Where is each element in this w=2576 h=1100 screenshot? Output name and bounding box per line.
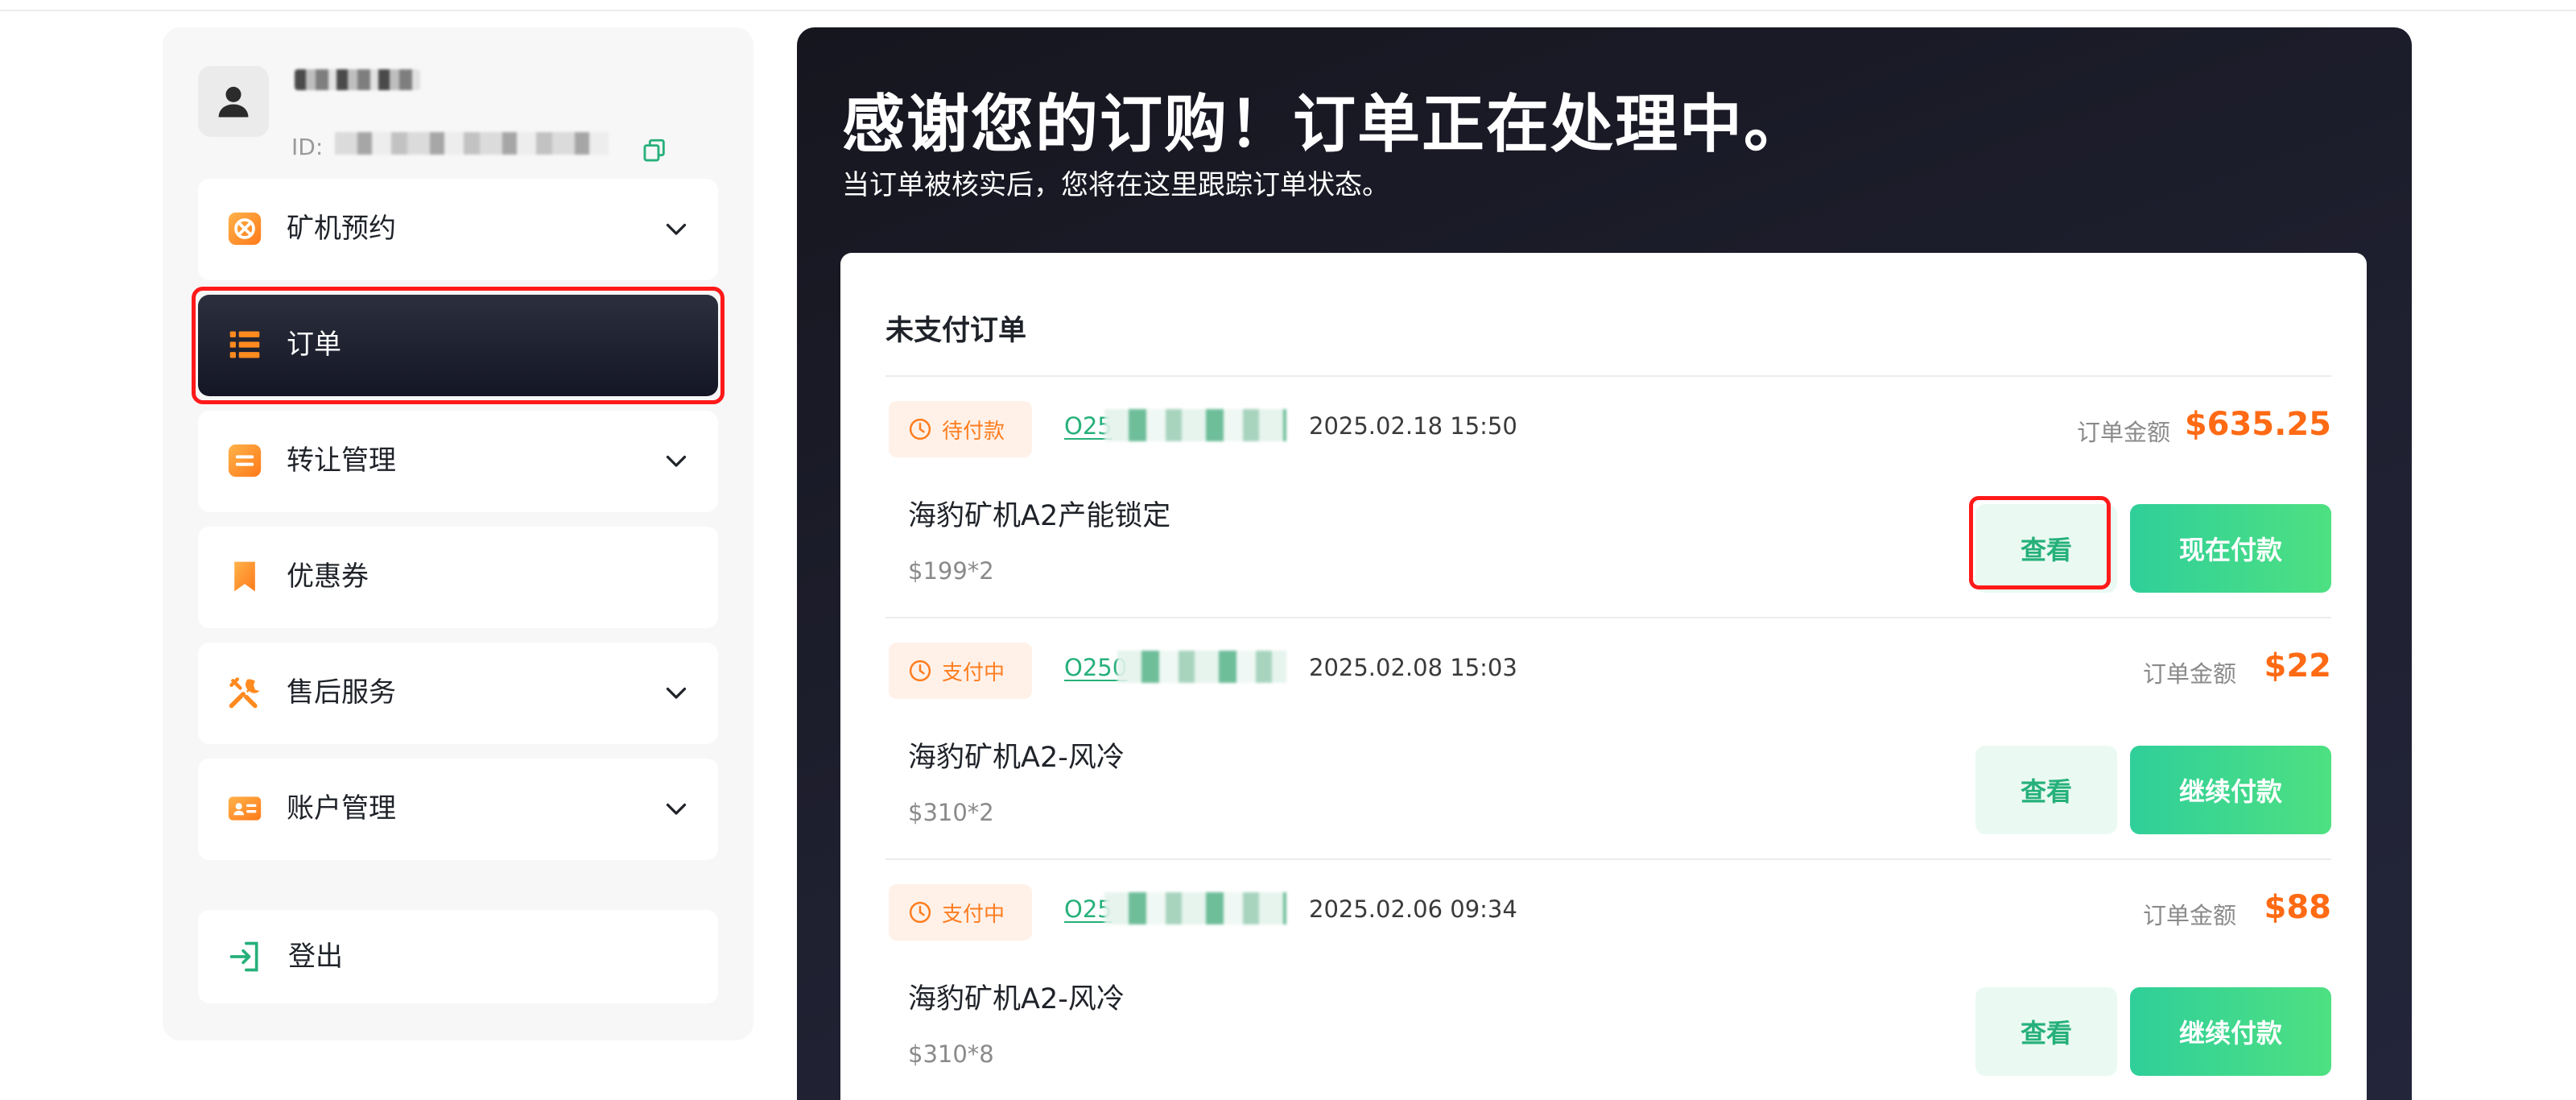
- order-id-redacted: [1117, 651, 1286, 683]
- logout-button[interactable]: 登出: [198, 910, 718, 1003]
- page-title: 感谢您的订购！订单正在处理中。: [842, 89, 1809, 161]
- bookmark-icon: [227, 559, 262, 594]
- product-price: $310*2: [908, 799, 994, 826]
- status-badge: 支付中: [889, 643, 1032, 699]
- order-row: 待付款 O25 2025.02.18 15:50 订单金额 $635.25 海豹…: [886, 377, 2331, 617]
- status-badge: 待付款: [889, 401, 1032, 457]
- unpaid-orders-card: 未支付订单 待付款 O25 2025.02.18 15:50 订单金额 $635…: [840, 253, 2367, 1100]
- continue-payment-button[interactable]: 继续付款: [2130, 987, 2331, 1076]
- sidebar-item-account-management[interactable]: 账户管理: [198, 759, 718, 860]
- logout-icon: [227, 939, 262, 974]
- chevron-down-icon: [666, 803, 687, 815]
- clock-icon: [909, 901, 931, 924]
- order-row: 支付中 O25 2025.02.06 09:34 订单金额 $88 海豹矿机A2…: [886, 860, 2331, 1100]
- user-info: ID:: [198, 66, 713, 171]
- view-button[interactable]: 查看: [1975, 987, 2117, 1076]
- sidebar-item-coupons[interactable]: 优惠券: [198, 527, 718, 628]
- sidebar-item-label: 矿机预约: [287, 213, 396, 245]
- product-price: $310*8: [908, 1040, 994, 1068]
- section-title: 未支付订单: [886, 315, 1027, 347]
- order-amount: $635.25: [2184, 406, 2331, 443]
- order-date: 2025.02.06 09:34: [1309, 895, 1517, 923]
- logout-label: 登出: [288, 941, 343, 973]
- view-button[interactable]: 查看: [1975, 746, 2117, 834]
- view-highlight-annotation: [1969, 496, 2111, 589]
- amount-label: 订单金额: [2143, 660, 2237, 688]
- username-redacted: [295, 69, 420, 90]
- order-row: 支付中 O250 2025.02.08 15:03 订单金额 $22 海豹矿机A…: [886, 618, 2331, 858]
- status-text: 支付中: [942, 902, 1005, 927]
- copy-icon[interactable]: [641, 137, 668, 164]
- amount-label: 订单金额: [2077, 419, 2171, 446]
- order-date: 2025.02.08 15:03: [1309, 654, 1517, 681]
- sidebar-item-label: 账户管理: [287, 792, 396, 825]
- sidebar: ID: 矿机预约 订单 转让管理 优惠券 售后服务 账户管理 登出: [163, 27, 753, 1040]
- product-name: 海豹矿机A2产能锁定: [908, 500, 1171, 532]
- sidebar-item-mining-reservation[interactable]: 矿机预约: [198, 179, 718, 280]
- product-name: 海豹矿机A2-风冷: [908, 742, 1125, 774]
- amount-label: 订单金额: [2143, 902, 2237, 929]
- sidebar-item-orders[interactable]: 订单: [198, 295, 718, 396]
- order-id-redacted: [1104, 409, 1286, 441]
- order-amount: $88: [2264, 889, 2332, 926]
- status-badge: 支付中: [889, 884, 1032, 941]
- order-id-redacted: [1104, 892, 1286, 924]
- order-date: 2025.02.18 15:50: [1309, 412, 1517, 440]
- sidebar-item-label: 订单: [287, 329, 341, 361]
- avatar: [198, 66, 269, 137]
- transfer-icon: [227, 443, 262, 478]
- sidebar-item-label: 转让管理: [287, 445, 396, 477]
- status-text: 支付中: [942, 660, 1005, 685]
- tools-icon: [227, 675, 262, 710]
- list-icon: [227, 327, 262, 362]
- main-panel: 感谢您的订购！订单正在处理中。 当订单被核实后，您将在这里跟踪订单状态。 未支付…: [797, 27, 2412, 1100]
- user-id-redacted: [335, 132, 609, 155]
- pay-now-button[interactable]: 现在付款: [2130, 504, 2331, 593]
- user-icon: [218, 86, 249, 118]
- sidebar-item-label: 售后服务: [287, 676, 396, 709]
- product-name: 海豹矿机A2-风冷: [908, 983, 1125, 1015]
- chevron-down-icon: [666, 687, 687, 699]
- clock-icon: [909, 418, 931, 440]
- continue-payment-button[interactable]: 继续付款: [2130, 746, 2331, 834]
- user-id-label: ID:: [291, 134, 324, 160]
- sidebar-item-transfer-management[interactable]: 转让管理: [198, 411, 718, 512]
- sidebar-item-label: 优惠券: [287, 560, 369, 593]
- chevron-down-icon: [666, 223, 687, 235]
- mining-reservation-icon: [227, 211, 262, 246]
- clock-icon: [909, 660, 931, 682]
- id-card-icon: [227, 791, 262, 826]
- order-amount: $22: [2264, 647, 2332, 684]
- sidebar-item-after-sales[interactable]: 售后服务: [198, 643, 718, 744]
- top-divider: [0, 10, 2576, 11]
- status-text: 待付款: [942, 419, 1005, 444]
- page-subtitle: 当订单被核实后，您将在这里跟踪订单状态。: [842, 169, 1389, 201]
- chevron-down-icon: [666, 455, 687, 467]
- product-price: $199*2: [908, 557, 994, 585]
